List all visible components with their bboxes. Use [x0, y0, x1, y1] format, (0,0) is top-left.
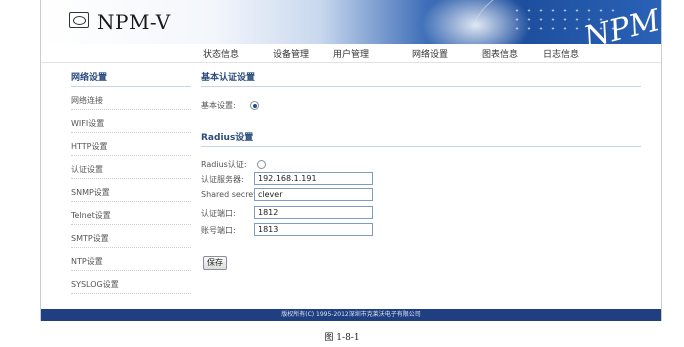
app-window: NPM-V NPM 状态信息 设备管理 用户管理 网络设置 图表信息 日志信息 … — [40, 0, 662, 321]
sidebar-item-network[interactable]: 网络连接 — [71, 95, 191, 110]
sidebar-item-snmp[interactable]: SNMP设置 — [71, 187, 191, 202]
shared-secret-input[interactable]: clever — [254, 188, 373, 201]
acct-port-label: 账号端口: — [201, 226, 236, 235]
radius-title: Radius设置 — [201, 130, 641, 147]
radius-server-input[interactable]: 192.168.1.191 — [254, 172, 373, 185]
nav-network[interactable]: 网络设置 — [412, 47, 448, 60]
basic-auth-label: 基本设置: — [201, 101, 236, 110]
nav-status[interactable]: 状态信息 — [203, 47, 239, 60]
radius-server-label: 认证服务器: — [201, 175, 244, 184]
auth-port-input[interactable]: 1812 — [254, 206, 373, 219]
nav-users[interactable]: 用户管理 — [333, 47, 369, 60]
radius-auth-row: Radius认证: — [201, 159, 267, 170]
sidebar-item-syslog[interactable]: SYSLOG设置 — [71, 279, 191, 294]
acct-port-input[interactable]: 1813 — [254, 223, 373, 236]
nav-logs[interactable]: 日志信息 — [543, 47, 579, 60]
save-button[interactable]: 保存 — [203, 256, 227, 270]
sidebar-item-ntp[interactable]: NTP设置 — [71, 256, 191, 271]
shared-secret-label: Shared secret: — [201, 190, 260, 199]
brand-title: NPM-V — [97, 10, 171, 34]
sidebar-item-telnet[interactable]: Telnet设置 — [71, 210, 191, 225]
nav-charts[interactable]: 图表信息 — [482, 47, 518, 60]
auth-port-label: 认证端口: — [201, 209, 236, 218]
figure-caption: 图 1-8-1 — [324, 333, 360, 343]
basic-auth-title: 基本认证设置 — [201, 70, 641, 87]
radius-auth-label: Radius认证: — [201, 160, 247, 169]
main-content: 基本认证设置 基本设置: Radius设置 Radius认证: 认证服务器: 1… — [201, 70, 641, 270]
footer-copyright: 版权所有(C) 1995-2012深圳市克莱沃电子有限公司 — [41, 309, 661, 321]
header-banner: NPM-V NPM — [41, 0, 661, 44]
nav-device[interactable]: 设备管理 — [273, 47, 309, 60]
sidebar-item-auth[interactable]: 认证设置 — [71, 164, 191, 179]
top-nav: 状态信息 设备管理 用户管理 网络设置 图表信息 日志信息 — [41, 44, 661, 63]
sidebar: 网络设置 网络连接 WIFI设置 HTTP设置 认证设置 SNMP设置 Teln… — [71, 70, 191, 302]
basic-auth-row: 基本设置: — [201, 100, 260, 111]
sidebar-title: 网络设置 — [71, 70, 191, 87]
sidebar-item-wifi[interactable]: WIFI设置 — [71, 118, 191, 133]
sidebar-item-smtp[interactable]: SMTP设置 — [71, 233, 191, 248]
sidebar-item-http[interactable]: HTTP设置 — [71, 141, 191, 156]
radius-auth-radio[interactable] — [257, 160, 267, 169]
basic-auth-radio[interactable] — [250, 101, 260, 110]
logo-icon — [69, 12, 89, 28]
